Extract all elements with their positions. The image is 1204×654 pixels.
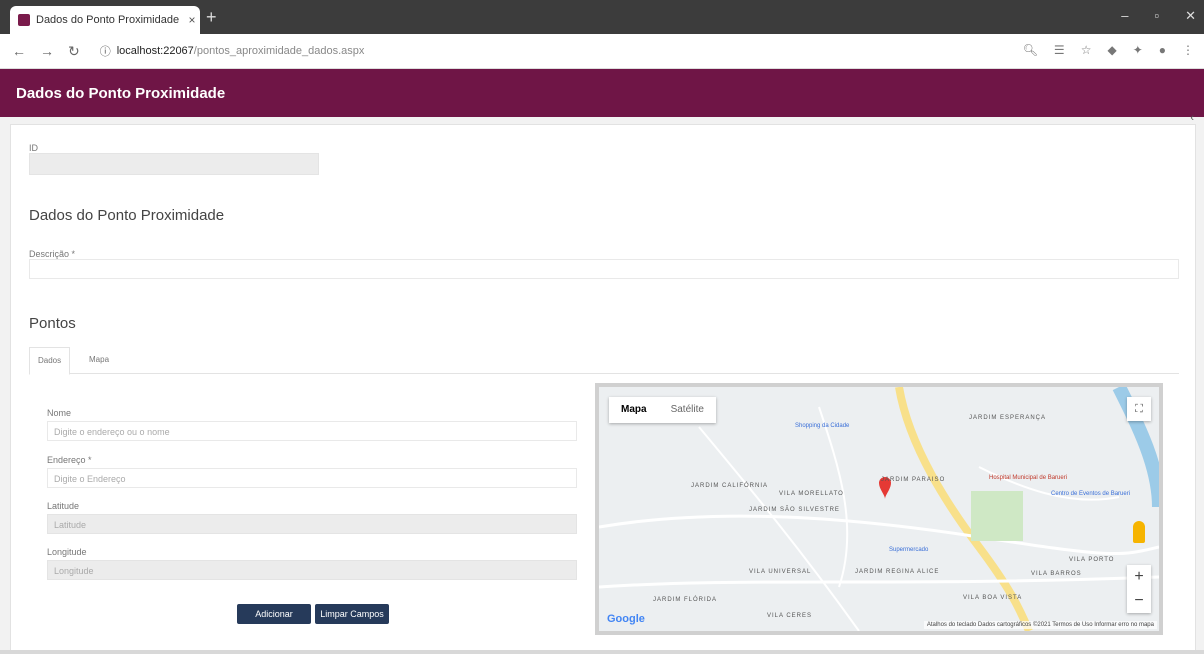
map-label: JARDIM FLÓRIDA	[653, 597, 718, 603]
map-canvas	[599, 387, 1159, 631]
browser-extensions: 🔍︎ ☰ ☆ ◆ ✦ ● ⋮	[1023, 43, 1194, 57]
reader-icon[interactable]: ☰	[1054, 43, 1065, 57]
descricao-input[interactable]	[29, 259, 1179, 279]
id-label: ID	[29, 143, 38, 153]
forward-icon[interactable]: →	[40, 43, 54, 60]
page-title: Dados do Ponto Proximidade	[16, 85, 226, 102]
section-title-dados: Dados do Ponto Proximidade	[29, 207, 225, 224]
latitude-input[interactable]: Latitude	[47, 514, 577, 534]
zoom-out-button[interactable]: −	[1127, 589, 1151, 613]
new-tab-button[interactable]: +	[206, 8, 217, 26]
puzzle-icon[interactable]: ✦	[1133, 43, 1143, 57]
browser-tab-title: Dados do Ponto Proximidade	[36, 14, 180, 26]
zoom-in-button[interactable]: +	[1127, 565, 1151, 589]
endereco-input[interactable]: Digite o Endereço	[47, 468, 577, 488]
site-favicon-icon	[18, 14, 30, 26]
collapse-icon[interactable]: ‹	[1190, 112, 1194, 124]
extension-icon[interactable]: ◆	[1107, 43, 1116, 57]
nome-input[interactable]: Digite o endereço ou o nome	[47, 421, 577, 441]
bookmark-star-icon[interactable]: ☆	[1081, 43, 1092, 57]
browser-tab-bar: Dados do Ponto Proximidade × + – ▫ ✕	[0, 0, 1204, 34]
bottom-scrollbar[interactable]	[0, 650, 1204, 654]
map-label: JARDIM ESPERANÇA	[969, 415, 1047, 421]
map-label: JARDIM REGINA ALICE	[855, 569, 940, 575]
google-logo: Google	[607, 613, 645, 625]
url-path: /pontos_aproximidade_dados.aspx	[193, 45, 365, 57]
map-label: VILA BOA VISTA	[963, 595, 1023, 601]
map-road-2	[599, 575, 1159, 589]
map-type-map[interactable]: Mapa	[609, 397, 659, 423]
map-poi[interactable]: Shopping da Cidade	[795, 423, 849, 429]
menu-icon[interactable]: ⋮	[1182, 43, 1194, 57]
map-label: JARDIM CALIFÓRNIA	[691, 483, 769, 489]
map-park-area	[971, 491, 1023, 541]
map-label: VILA UNIVERSAL	[749, 569, 812, 575]
map-road-1	[599, 514, 1159, 556]
map-label: VILA BARROS	[1031, 571, 1082, 577]
tab-close-icon[interactable]: ×	[184, 13, 200, 27]
map-poi[interactable]: Supermercado	[889, 547, 928, 553]
latitude-label: Latitude	[47, 501, 80, 511]
map-label: VILA PORTO	[1069, 557, 1115, 563]
street-view-pegman-icon[interactable]	[1133, 521, 1145, 543]
info-icon[interactable]: ⓘ	[100, 43, 111, 59]
back-icon[interactable]: ←	[12, 43, 26, 60]
map-road-4	[818, 406, 849, 588]
map-type-satellite[interactable]: Satélite	[659, 397, 716, 423]
section-title-pontos: Pontos	[29, 315, 76, 332]
map-label: VILA MORELLATO	[779, 491, 844, 497]
nav-buttons: ← → ↻	[12, 43, 80, 60]
profile-icon[interactable]: ●	[1159, 43, 1166, 57]
main-card: ID Dados do Ponto Proximidade Descrição …	[10, 124, 1196, 652]
reload-icon[interactable]: ↻	[68, 43, 80, 60]
close-window-button[interactable]: ✕	[1185, 8, 1196, 24]
url-field[interactable]: ⓘ localhost:22067/pontos_aproximidade_da…	[100, 43, 365, 59]
app-header: Dados do Ponto Proximidade	[0, 69, 1204, 117]
fullscreen-icon[interactable]: ⛶	[1127, 397, 1151, 421]
nome-label: Nome	[47, 408, 72, 418]
window-controls: – ▫ ✕	[1121, 8, 1196, 24]
zoom-control: + −	[1127, 565, 1151, 613]
longitude-input[interactable]: Longitude	[47, 560, 577, 580]
add-button[interactable]: Adicionar	[237, 604, 311, 624]
browser-tab[interactable]: Dados do Ponto Proximidade ×	[10, 6, 200, 34]
tab-mapa[interactable]: Mapa	[81, 347, 117, 373]
longitude-label: Longitude	[47, 547, 87, 557]
url-host: localhost:22067	[116, 45, 194, 57]
zoom-icon[interactable]: 🔍︎	[1023, 43, 1038, 57]
map-poi[interactable]: Hospital Municipal de Barueri	[989, 475, 1067, 481]
map-label: JARDIM PARAISO	[881, 477, 946, 483]
map-poi[interactable]: Centro de Eventos de Barueri	[1051, 491, 1130, 497]
id-field[interactable]	[29, 153, 319, 175]
descricao-label: Descrição *	[29, 249, 76, 259]
map-label: VILA CERES	[767, 613, 813, 619]
endereco-label: Endereço *	[47, 455, 92, 465]
maximize-button[interactable]: ▫	[1154, 8, 1159, 24]
clear-fields-button[interactable]: Limpar Campos	[315, 604, 389, 624]
tab-dados[interactable]: Dados	[29, 347, 71, 375]
map-view[interactable]: Mapa Satélite ⛶ + − JARDIM ESPERANÇA JAR…	[595, 383, 1163, 635]
minimize-button[interactable]: –	[1121, 8, 1128, 24]
map-attribution[interactable]: Atalhos do teclado Dados cartográficos ©…	[923, 621, 1157, 629]
map-type-control: Mapa Satélite	[609, 397, 716, 423]
address-bar: ← → ↻ ⓘ localhost:22067/pontos_aproximid…	[0, 34, 1204, 69]
pontos-tabs: Dados Mapa	[29, 347, 1179, 375]
map-label: JARDIM SÃO SILVESTRE	[749, 507, 840, 513]
